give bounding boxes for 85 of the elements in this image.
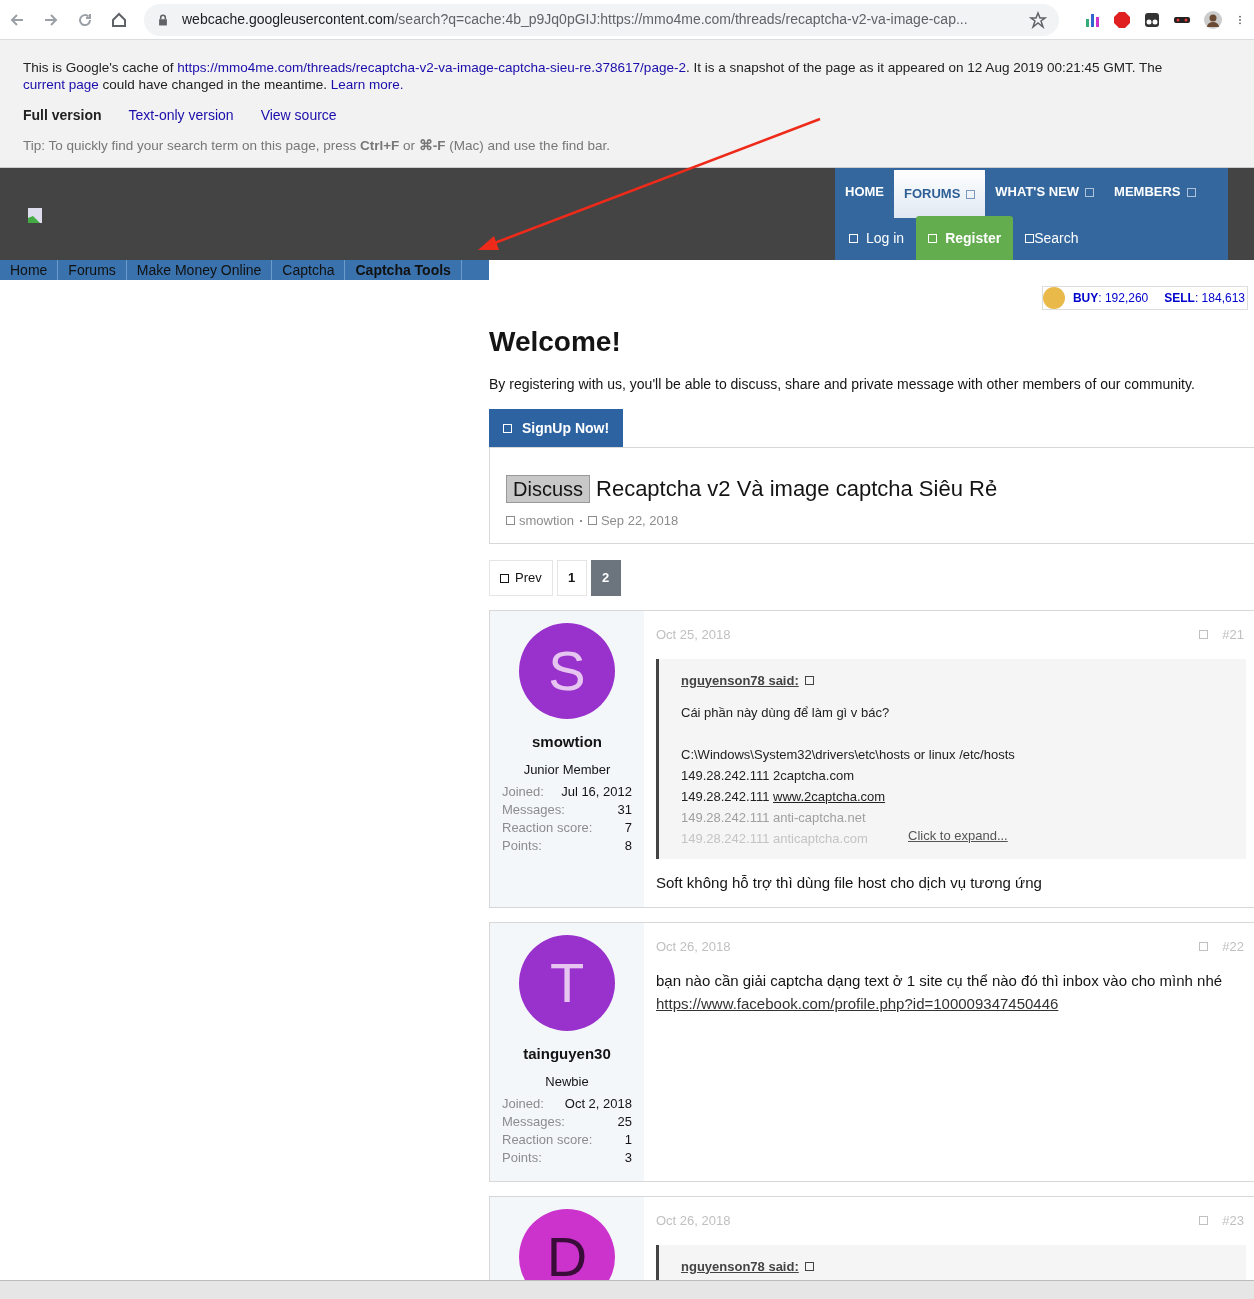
page-button[interactable]: 2: [590, 560, 621, 596]
thread-title: Recaptcha v2 Và image captcha Siêu Rẻ: [596, 475, 998, 503]
stat-label: Joined:: [502, 1095, 544, 1113]
nav-tab[interactable]: HOME: [835, 168, 894, 216]
stat-value: 3: [624, 1149, 632, 1167]
square-icon: [804, 1261, 814, 1271]
link[interactable]: https://mmo4me.com/threads/recaptcha-v2-va-image-captcha-sieu-re.378617/page-2: [177, 60, 686, 75]
post-date: Oct 26, 2018: [656, 938, 731, 956]
version-link[interactable]: View source: [260, 105, 337, 126]
quote-author-link[interactable]: nguyenson78 said:: [681, 1256, 1246, 1276]
user-role: Newbie: [545, 1072, 589, 1091]
stat-value: 8: [624, 837, 632, 855]
stat-value: Oct 2, 2018: [564, 1095, 632, 1113]
post-text: Soft không hỗ trợ thì dùng file host cho dịch vụ tương ứng: [656, 873, 1043, 893]
scrollbar[interactable]: [0, 1280, 1254, 1299]
square-icon: [500, 573, 509, 583]
stat-value: 7: [624, 819, 632, 837]
quote-line: 149.28.242.111 www.2captcha.com: [681, 788, 886, 806]
stat-label: Points:: [502, 1149, 542, 1167]
avatar-icon[interactable]: [1203, 10, 1223, 29]
nav-tab[interactable]: MEMBERS: [1104, 168, 1206, 216]
breadcrumb-link[interactable]: Make Money Online: [126, 260, 273, 280]
square-icon: [928, 233, 938, 243]
version-link[interactable]: Full version: [23, 105, 102, 126]
quote-line: Cái phần này dùng để làm gì v bác?: [681, 704, 890, 722]
broken-image-icon: [28, 208, 44, 224]
prefix-label[interactable]: Discuss: [506, 474, 590, 503]
thread-date: Sep 22, 2018: [600, 512, 679, 530]
cache-notice-text: This is Google's cache of https://mmo4me.com/threads/recaptcha-v2-va-image-captcha-sieu-re.378617/page-2. It is a snapshot of the page as it appeared on 12 Aug 2019 00:21:45 GMT. The current page could have changed in the meantime. Learn more.: [23, 59, 1164, 93]
breadcrumb-link[interactable]: Captcha Tools: [345, 260, 462, 280]
search-link[interactable]: Search: [1013, 216, 1091, 260]
avatar: T: [519, 935, 615, 1031]
tip-text: Tip: To quickly find your search term on this page, press Ctrl+F or ⌘-F (Mac) and use the find bar.: [23, 137, 611, 155]
avatar: S: [519, 623, 615, 719]
stat-value: Jul 16, 2012: [561, 783, 632, 801]
nav-tab[interactable]: FORUMS: [894, 170, 986, 218]
user-role: Junior Member: [523, 760, 611, 779]
stat-label: Joined:: [502, 783, 544, 801]
post-date: Oct 26, 2018: [656, 1212, 731, 1230]
square-icon: [587, 516, 597, 526]
star-icon[interactable]: [1029, 10, 1047, 29]
username-link[interactable]: smowtion: [532, 731, 602, 754]
quote-line: 149.28.242.111 anti-captcha.net: [681, 809, 866, 827]
page-button[interactable]: 1: [556, 560, 587, 596]
breadcrumb-link[interactable]: Home: [0, 260, 59, 280]
link[interactable]: www.2captcha.com: [773, 789, 886, 804]
post-text: bạn nào cần giải captcha dạng text ở 1 site cụ thể nào đó thì inbox vào cho mình nhé: [656, 970, 1224, 991]
stat-label: Reaction score:: [502, 1131, 593, 1149]
signup-button[interactable]: SignUp Now!: [489, 409, 624, 447]
stat-label: Points:: [502, 837, 542, 855]
quote-line: C:\Windows\System32\drivers\etc\hosts or linux /etc/hosts: [681, 746, 1015, 764]
coin-icon: [1042, 287, 1065, 309]
version-link[interactable]: Text-only version: [128, 105, 234, 126]
stop-sign-icon[interactable]: [1113, 10, 1131, 29]
square-icon: [1025, 233, 1035, 243]
square-icon: [804, 675, 814, 685]
stat-value: 31: [617, 801, 632, 819]
square-icon: [506, 516, 515, 526]
post-date: Oct 25, 2018: [656, 626, 731, 644]
stat-value: 1: [624, 1131, 632, 1149]
breadcrumb-link[interactable]: Forums: [58, 260, 127, 280]
author-link[interactable]: smowtion: [519, 511, 574, 531]
sell-price: SELL: 184,613: [1164, 290, 1245, 307]
quote-author-link[interactable]: nguyenson78 said:: [681, 670, 1246, 690]
square-icon: [503, 423, 512, 433]
welcome-title: Welcome!: [489, 325, 622, 359]
login-link[interactable]: Log in: [837, 216, 917, 260]
link[interactable]: Learn more.: [330, 77, 404, 92]
home-icon[interactable]: [110, 10, 128, 29]
stat-label: Messages:: [502, 801, 565, 819]
stat-label: Reaction score:: [502, 819, 593, 837]
buy-price: BUY: 192,260: [1072, 290, 1149, 307]
link[interactable]: current page: [23, 77, 99, 92]
square-icon: [849, 233, 858, 243]
nav-tab[interactable]: WHAT'S NEW: [985, 168, 1105, 216]
expand-link[interactable]: Click to expand...: [908, 825, 1008, 845]
quote-line: 149.28.242.111 2captcha.com: [681, 767, 854, 785]
spy-icon[interactable]: [1143, 10, 1161, 29]
welcome-text: By registering with us, you'll be able to discuss, share and private message with other members of our community.: [489, 375, 1196, 394]
stat-value: 25: [617, 1113, 632, 1131]
stat-label: Messages:: [502, 1113, 565, 1131]
username-link[interactable]: tainguyen30: [523, 1043, 611, 1066]
profile-link[interactable]: https://www.facebook.com/profile.php?id=100009347450446: [656, 992, 1059, 1015]
prev-button[interactable]: Prev: [489, 560, 553, 596]
breadcrumb-link[interactable]: Captcha: [272, 260, 346, 280]
